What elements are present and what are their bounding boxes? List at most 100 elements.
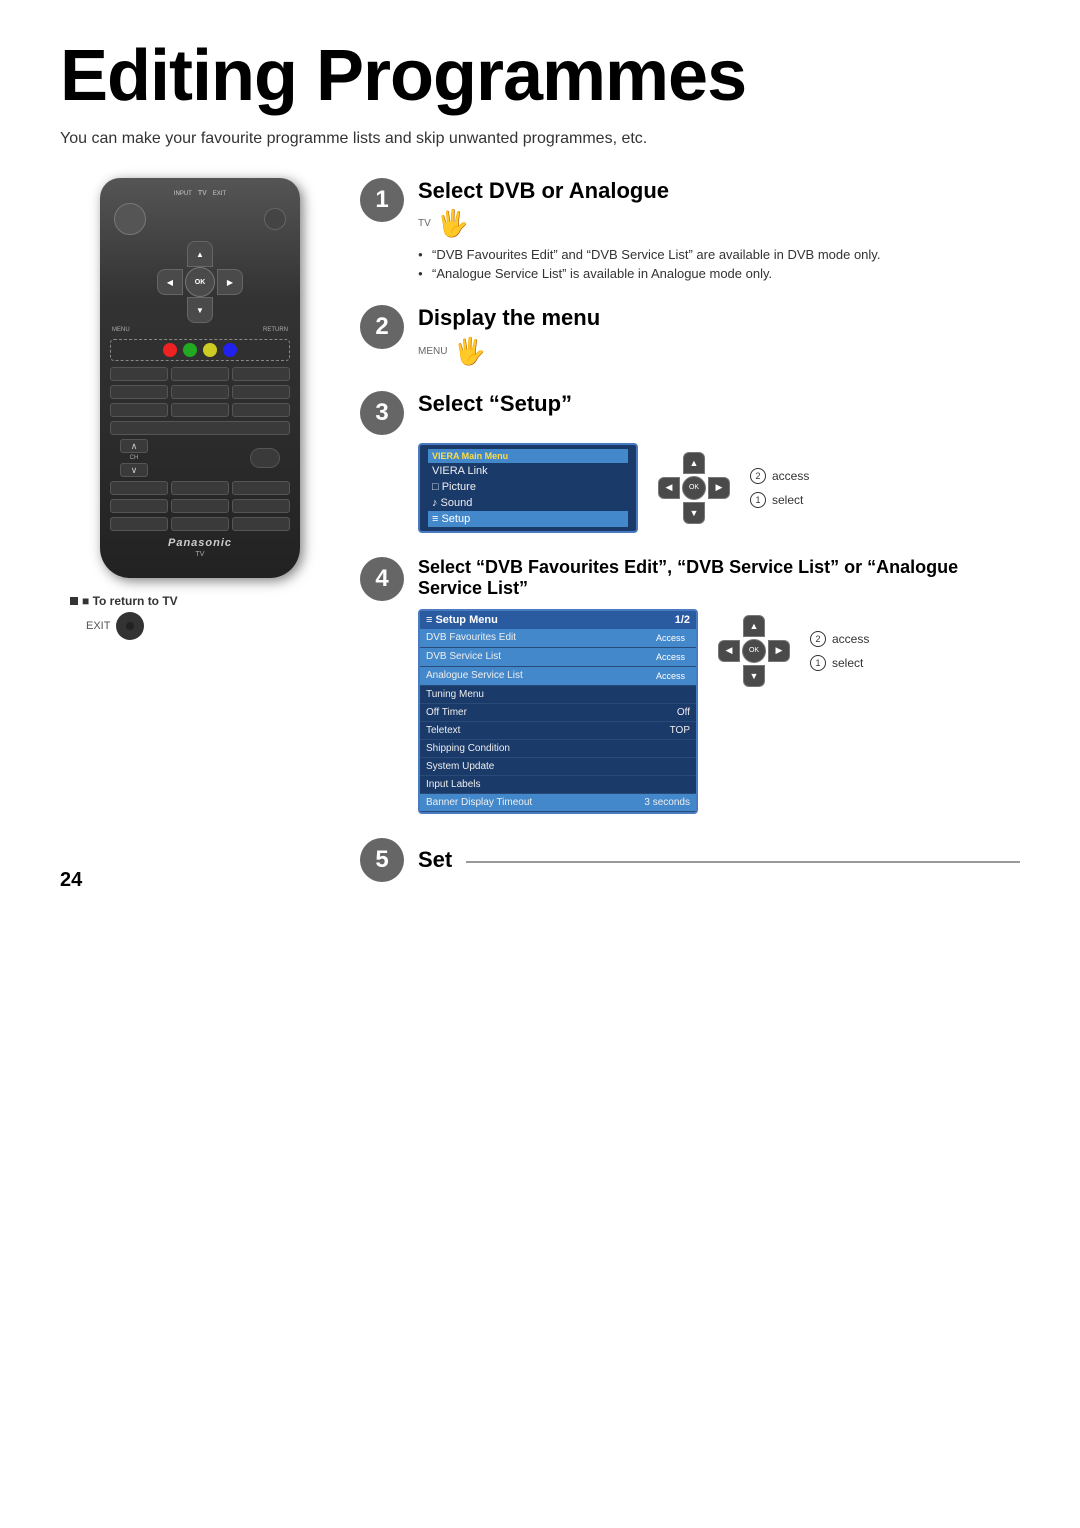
top-left-button[interactable] [114, 203, 146, 235]
step-2-circle: 2 [360, 305, 404, 349]
btm-btn-6[interactable] [232, 499, 290, 513]
btm-btn-1[interactable] [110, 481, 168, 495]
tv-top-label: TV [198, 190, 207, 197]
shipping-label: Shipping Condition [426, 743, 510, 754]
system-label: System Update [426, 761, 494, 772]
bottom-grid-2 [110, 499, 290, 513]
bullet-1-2: “Analogue Service List” is available in … [418, 266, 1020, 281]
nav-d-ok-3[interactable]: OK [682, 476, 706, 500]
circled-2-3: 2 [750, 468, 766, 484]
btm-btn-7[interactable] [110, 517, 168, 531]
color-buttons [110, 339, 290, 361]
setup-title-bar: ≡ Setup Menu 1/2 [420, 611, 696, 629]
step-2-title: Display the menu [418, 305, 600, 331]
num-btn-5[interactable] [171, 385, 229, 399]
nav-d-ok-4[interactable]: OK [742, 639, 766, 663]
nav-ok[interactable]: OK [185, 267, 215, 297]
nav-d-left-3[interactable]: ◀ [658, 477, 680, 499]
setup-row-analogue: Analogue Service List Access [420, 667, 696, 686]
step-1-bullets: “DVB Favourites Edit” and “DVB Service L… [418, 247, 1020, 281]
ch-down[interactable]: ∨ [120, 463, 148, 477]
viera-main-label: VIERA Main Menu [432, 451, 508, 461]
menu-item-viera-link: VIERA Link [428, 463, 628, 479]
number-grid-3 [110, 403, 290, 417]
setup-label: ≡ Setup [432, 513, 470, 525]
nav-d-left-4[interactable]: ◀ [718, 640, 740, 662]
menu-item-sound: ♪ Sound [428, 495, 628, 511]
remote-control: INPUT TV EXIT ▲ ◀ OK [100, 178, 300, 578]
step-3-circle: 3 [360, 391, 404, 435]
setup-row-dvb-fav: DVB Favourites Edit Access [420, 629, 696, 648]
tuning-label: Tuning Menu [426, 689, 484, 700]
nav-d-up-3[interactable]: ▲ [683, 452, 705, 474]
nav-right[interactable]: ▶ [217, 269, 243, 295]
step-4-content: ≡ Setup Menu 1/2 DVB Favourites Edit Acc… [418, 609, 1020, 814]
setup-row-tuning: Tuning Menu [420, 686, 696, 704]
circled-1-3: 1 [750, 492, 766, 508]
nav-diagram-3: ▲ ◀ OK ▶ ▼ [658, 452, 730, 524]
circled-1-4: 1 [810, 655, 826, 671]
num-btn-7[interactable] [110, 403, 168, 417]
num-btn-9[interactable] [232, 403, 290, 417]
red-button[interactable] [163, 343, 177, 357]
exit-label: EXIT [213, 191, 226, 197]
circled-2-4: 2 [810, 631, 826, 647]
viera-link-label: VIERA Link [432, 465, 488, 477]
nav-down[interactable]: ▼ [187, 297, 213, 323]
green-button[interactable] [183, 343, 197, 357]
btm-btn-8[interactable] [171, 517, 229, 531]
bottom-grid-3 [110, 517, 290, 531]
panasonic-brand: Panasonic [110, 537, 290, 549]
off-timer-label: Off Timer [426, 707, 467, 718]
btm-btn-4[interactable] [110, 499, 168, 513]
num-btn-2[interactable] [171, 367, 229, 381]
dvb-service-access: Access [651, 651, 690, 663]
exit-button[interactable] [264, 208, 286, 230]
step-5-line [466, 861, 1020, 863]
step-5-title: Set [418, 847, 452, 873]
setup-menu-screen: ≡ Setup Menu 1/2 DVB Favourites Edit Acc… [418, 609, 698, 814]
num-btn-3[interactable] [232, 367, 290, 381]
setup-row-off-timer: Off Timer Off [420, 704, 696, 722]
exit-circle-button[interactable] [116, 612, 144, 640]
nav-labels-4: 2 access 1 select [810, 631, 869, 671]
nav-d-down-4[interactable]: ▼ [743, 665, 765, 687]
nav-left[interactable]: ◀ [157, 269, 183, 295]
square-icon [70, 597, 78, 605]
input-label: INPUT [174, 191, 192, 197]
tv-bottom-label: TV [110, 551, 290, 558]
setup-row-teletext: Teletext TOP [420, 722, 696, 740]
nav-d-up-4[interactable]: ▲ [743, 615, 765, 637]
ch-up[interactable]: ∧ [120, 439, 148, 453]
num-btn-8[interactable] [171, 403, 229, 417]
ch-label: CH [130, 455, 139, 461]
analogue-access: Access [651, 670, 690, 682]
nav-up[interactable]: ▲ [187, 241, 213, 267]
btm-btn-2[interactable] [171, 481, 229, 495]
remote-control-area: INPUT TV EXIT ▲ ◀ OK [60, 178, 340, 640]
num-btn-1[interactable] [110, 367, 168, 381]
ch-buttons: ∧ CH ∨ [120, 439, 148, 477]
menu-item-setup: ≡ Setup [428, 511, 628, 527]
nav-d-right-3[interactable]: ▶ [708, 477, 730, 499]
num-btn-6[interactable] [232, 385, 290, 399]
nav-diagram-4: ▲ ◀ OK ▶ ▼ [718, 615, 790, 687]
access-text-4: access [832, 632, 869, 646]
vol-button[interactable] [250, 448, 280, 468]
blue-button[interactable] [223, 343, 237, 357]
num-btn-4[interactable] [110, 385, 168, 399]
nav-d-down-3[interactable]: ▼ [683, 502, 705, 524]
btm-btn-3[interactable] [232, 481, 290, 495]
hand-icon-1: 🖐 [437, 208, 469, 239]
select-text-3: select [772, 493, 803, 507]
teletext-value: TOP [670, 725, 690, 736]
step-4-circle: 4 [360, 557, 404, 601]
yellow-button[interactable] [203, 343, 217, 357]
btm-btn-9[interactable] [232, 517, 290, 531]
banner-value: 3 seconds [644, 797, 690, 808]
wide-button[interactable] [110, 421, 290, 435]
btm-btn-5[interactable] [171, 499, 229, 513]
step-4-section: 4 Select “DVB Favourites Edit”, “DVB Ser… [360, 557, 1020, 814]
step-3-title: Select “Setup” [418, 391, 572, 417]
nav-d-right-4[interactable]: ▶ [768, 640, 790, 662]
